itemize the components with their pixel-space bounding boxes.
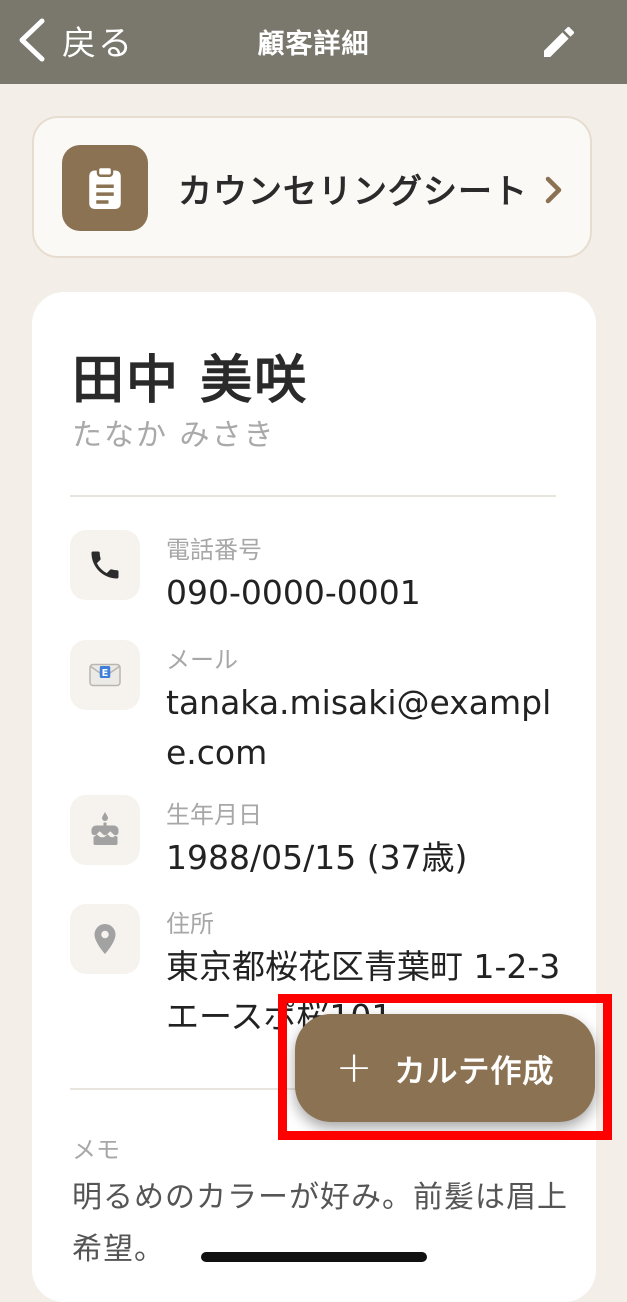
svg-text:E: E — [102, 668, 109, 679]
counseling-sheet-label: カウンセリングシート — [178, 172, 528, 212]
email-value: tanaka.misaki@example.com — [166, 683, 552, 772]
clipboard-icon — [62, 145, 148, 231]
phone-icon — [70, 530, 140, 600]
counseling-sheet-link[interactable]: カウンセリングシート — [32, 116, 592, 258]
nav-bar: 戻る 顧客詳細 — [0, 0, 627, 84]
page-title: 顧客詳細 — [257, 29, 370, 60]
birthday-label: 生年月日 — [166, 801, 262, 829]
highlight-box — [278, 994, 612, 1140]
edit-button[interactable] — [539, 22, 579, 62]
home-indicator — [201, 1252, 427, 1262]
pencil-icon — [544, 26, 575, 57]
address-label: 住所 — [166, 910, 214, 938]
location-pin-icon — [70, 904, 140, 974]
memo-label: メモ — [72, 1136, 120, 1164]
birthday-value: 1988/05/15 (37歳) — [166, 838, 468, 877]
chevron-right-icon — [545, 176, 562, 204]
cake-icon — [70, 795, 140, 865]
customer-kana: たなか みさき — [72, 418, 276, 453]
email-icon: E — [70, 640, 140, 710]
phone-value: 090-0000-0001 — [166, 573, 421, 612]
email-label: メール — [166, 646, 238, 674]
divider — [70, 495, 556, 497]
phone-label: 電話番号 — [166, 536, 262, 564]
customer-card: 田中 美咲 たなか みさき 電話番号 090-0000-0001 E メール t… — [32, 292, 596, 1302]
customer-name: 田中 美咲 — [72, 351, 309, 411]
